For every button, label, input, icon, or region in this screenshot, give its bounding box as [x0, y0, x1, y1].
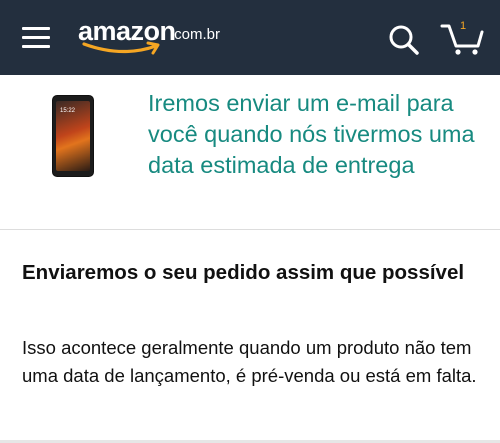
hamburger-menu-icon[interactable] [22, 27, 50, 49]
phone-screen: 15:22 [56, 101, 90, 171]
smartphone-product-image[interactable]: 15:22 [52, 95, 94, 177]
shipping-info-body: Isso acontece geralmente quando um produ… [22, 337, 477, 386]
shipping-info-title: Enviaremos o seu pedido assim que possív… [22, 261, 465, 284]
search-icon [389, 25, 419, 55]
amazon-logo[interactable]: amazon .com.br [78, 16, 228, 56]
search-button[interactable] [388, 24, 420, 56]
logo-smile-arrow-icon [82, 41, 160, 55]
delivery-notice-text: Iremos enviar um e-mail para você quando… [148, 90, 475, 178]
cart-count-badge: 1 [459, 20, 467, 32]
logo-domain-suffix: .com.br [170, 26, 221, 43]
cart-button[interactable]: 1 [440, 20, 484, 56]
shipping-info-section: Enviaremos o seu pedido assim que possív… [0, 231, 500, 443]
phone-clock: 15:22 [60, 108, 76, 114]
top-navigation-bar: amazon .com.br 1 [0, 0, 500, 75]
delivery-notice-banner: 15:22 Iremos enviar um e-mail para você … [0, 75, 500, 230]
